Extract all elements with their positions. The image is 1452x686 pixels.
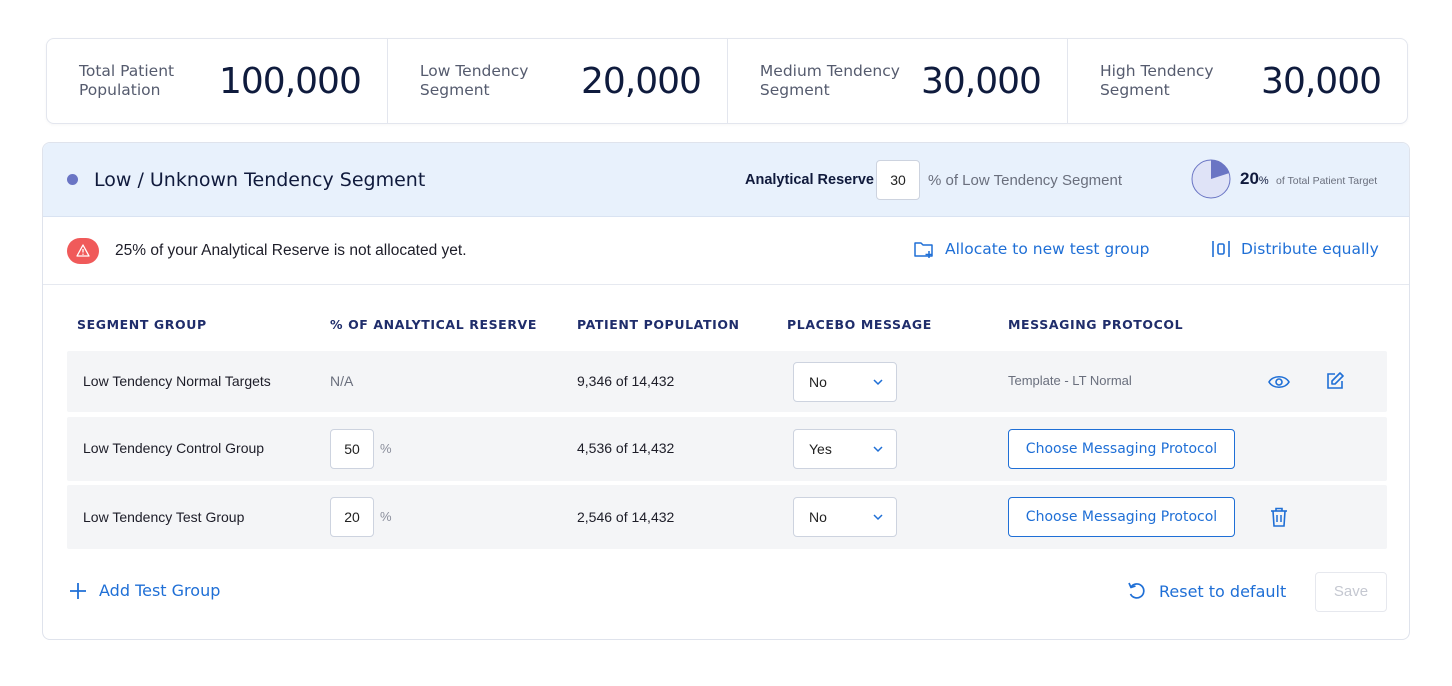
population-value: 2,546 of 14,432 bbox=[577, 509, 675, 525]
stat-value: 20,000 bbox=[580, 60, 702, 102]
placebo-select[interactable]: No bbox=[793, 497, 897, 537]
column-header-reserve: % OF ANALYTICAL RESERVE bbox=[330, 317, 537, 332]
segment-group-name: Low Tendency Control Group bbox=[83, 440, 265, 456]
stat-medium-tendency: Medium Tendency Segment 30,000 bbox=[726, 39, 1067, 123]
reserve-input[interactable]: 20 bbox=[330, 497, 374, 537]
plus-icon bbox=[70, 582, 86, 599]
allocate-new-group-link[interactable]: Allocate to new test group bbox=[913, 239, 1149, 259]
alert-row: 25% of your Analytical Reserve is not al… bbox=[43, 217, 1409, 285]
eye-icon[interactable] bbox=[1267, 370, 1291, 394]
column-header-segment-group: SEGMENT GROUP bbox=[77, 317, 207, 332]
table-row: Low Tendency Control Group 50 % 4,536 of… bbox=[67, 417, 1387, 481]
column-header-placebo: PLACEBO MESSAGE bbox=[787, 317, 932, 332]
trash-icon[interactable] bbox=[1267, 505, 1291, 529]
stat-value: 100,000 bbox=[219, 60, 362, 102]
segment-dot-icon bbox=[67, 174, 78, 185]
placebo-value: Yes bbox=[809, 441, 832, 457]
placebo-select[interactable]: No bbox=[793, 362, 897, 402]
stat-label: High Tendency Segment bbox=[1099, 62, 1214, 99]
stats-bar: Total Patient Population 100,000 Low Ten… bbox=[46, 38, 1408, 124]
placebo-select[interactable]: Yes bbox=[793, 429, 897, 469]
add-test-group-label: Add Test Group bbox=[99, 581, 221, 600]
reserve-suffix: % of Low Tendency Segment bbox=[928, 172, 1123, 189]
stat-value: 30,000 bbox=[1261, 60, 1382, 102]
target-pie-icon bbox=[1191, 159, 1231, 199]
edit-icon[interactable] bbox=[1323, 369, 1347, 393]
warning-icon bbox=[67, 237, 99, 264]
stat-label: Low Tendency Segment bbox=[419, 62, 529, 99]
placebo-value: No bbox=[809, 374, 827, 390]
reserve-input[interactable]: 30 bbox=[876, 160, 920, 200]
choose-protocol-button[interactable]: Choose Messaging Protocol bbox=[1008, 497, 1235, 537]
segment-title: Low / Unknown Tendency Segment bbox=[94, 168, 426, 191]
reserve-value: N/A bbox=[330, 373, 354, 389]
segment-card: Low / Unknown Tendency Segment Analytica… bbox=[42, 142, 1410, 640]
stat-total-population: Total Patient Population 100,000 bbox=[47, 39, 387, 123]
alert-text: 25% of your Analytical Reserve is not al… bbox=[115, 241, 467, 259]
stat-high-tendency: High Tendency Segment 30,000 bbox=[1066, 39, 1407, 123]
folder-plus-icon bbox=[914, 242, 933, 258]
target-percent: 20% bbox=[1240, 169, 1269, 188]
distribute-icon bbox=[1212, 241, 1230, 257]
reset-icon bbox=[1128, 582, 1145, 599]
stat-low-tendency: Low Tendency Segment 20,000 bbox=[386, 39, 727, 123]
percent-suffix: % bbox=[380, 509, 392, 524]
chevron-down-icon bbox=[873, 514, 883, 521]
chevron-down-icon bbox=[873, 379, 883, 386]
stat-label: Total Patient Population bbox=[79, 62, 175, 99]
population-value: 9,346 of 14,432 bbox=[577, 373, 675, 389]
reset-label: Reset to default bbox=[1159, 581, 1287, 601]
column-header-population: PATIENT POPULATION bbox=[577, 317, 740, 332]
stat-value: 30,000 bbox=[921, 60, 1042, 102]
allocate-label: Allocate to new test group bbox=[945, 240, 1150, 258]
reserve-input[interactable]: 50 bbox=[330, 429, 374, 469]
target-subtitle: of Total Patient Target bbox=[1276, 175, 1378, 187]
reserve-label: Analytical Reserve bbox=[745, 172, 874, 188]
reset-to-default-button[interactable]: Reset to default bbox=[1127, 581, 1286, 601]
placebo-value: No bbox=[809, 509, 827, 525]
protocol-template: Template - LT Normal bbox=[1008, 373, 1132, 388]
segment-group-name: Low Tendency Test Group bbox=[83, 509, 245, 525]
segment-group-name: Low Tendency Normal Targets bbox=[83, 373, 271, 389]
add-test-group-button[interactable]: Add Test Group bbox=[69, 581, 220, 600]
distribute-label: Distribute equally bbox=[1241, 240, 1379, 258]
chevron-down-icon bbox=[873, 446, 883, 453]
distribute-equally-link[interactable]: Distribute equally bbox=[1211, 239, 1379, 259]
table-header: SEGMENT GROUP % OF ANALYTICAL RESERVE PA… bbox=[77, 317, 1397, 335]
population-value: 4,536 of 14,432 bbox=[577, 440, 675, 456]
stat-label: Medium Tendency Segment bbox=[759, 62, 900, 99]
save-button[interactable]: Save bbox=[1315, 572, 1387, 612]
column-header-protocol: MESSAGING PROTOCOL bbox=[1008, 317, 1184, 332]
table-row: Low Tendency Normal Targets N/A 9,346 of… bbox=[67, 351, 1387, 412]
table-row: Low Tendency Test Group 20 % 2,546 of 14… bbox=[67, 485, 1387, 549]
segment-header: Low / Unknown Tendency Segment Analytica… bbox=[43, 143, 1409, 217]
choose-protocol-button[interactable]: Choose Messaging Protocol bbox=[1008, 429, 1235, 469]
percent-suffix: % bbox=[380, 441, 392, 456]
